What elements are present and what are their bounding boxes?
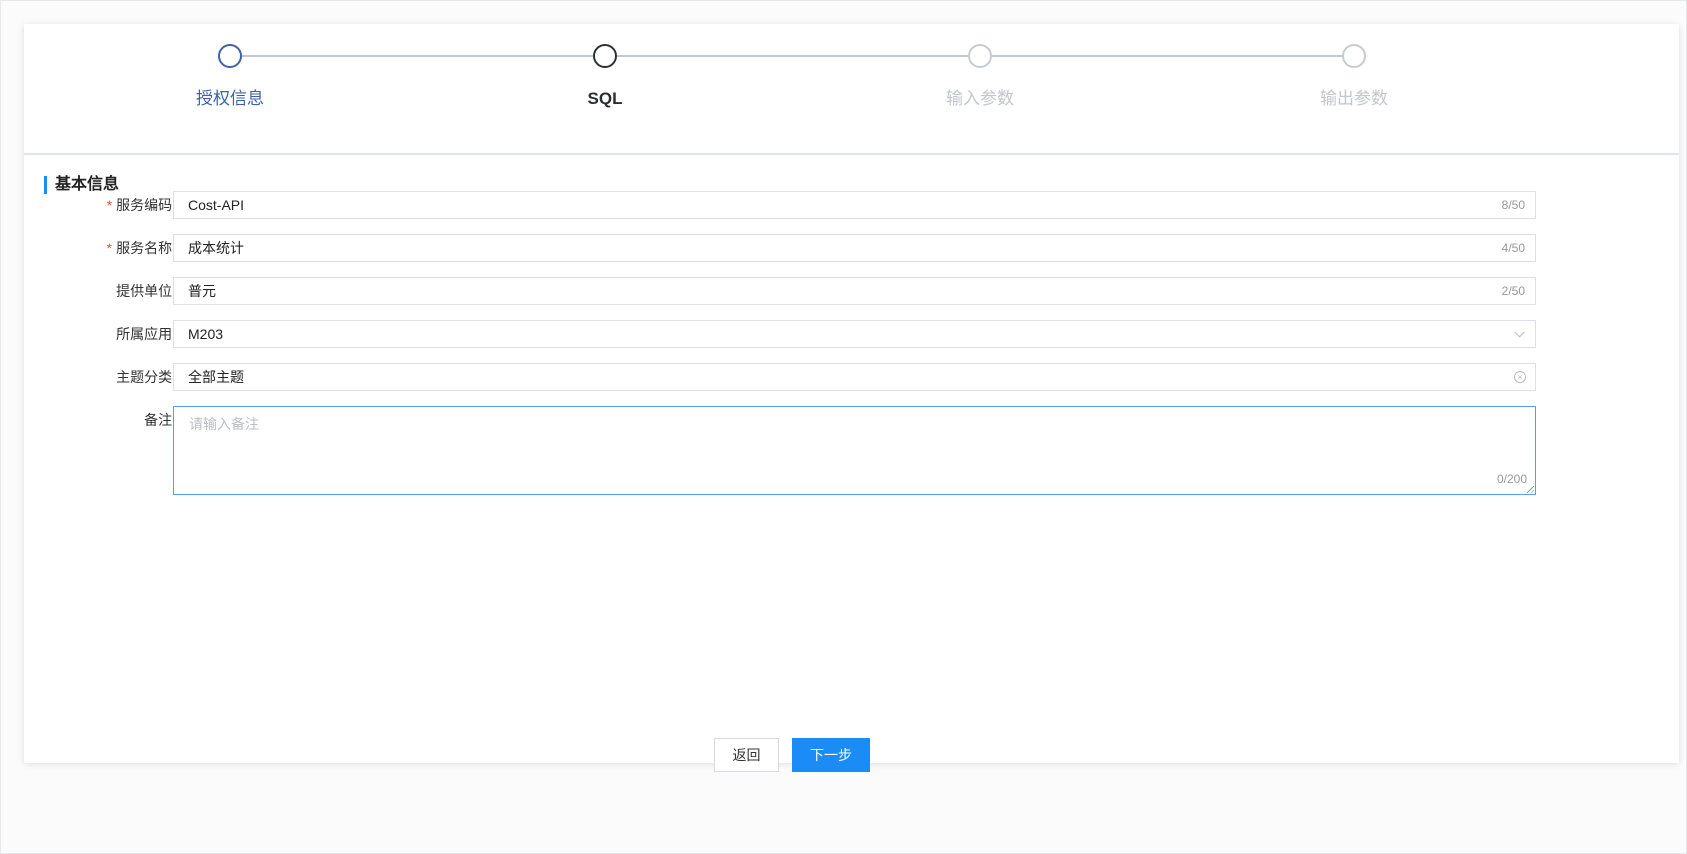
resize-handle-icon[interactable]	[1527, 486, 1534, 493]
service-code-value: Cost-API	[188, 197, 245, 213]
service-name-value: 成本统计	[188, 240, 244, 256]
service-name-input[interactable]: 成本统计 4/50	[173, 234, 1536, 262]
step-output-params[interactable]: 输出参数	[1274, 44, 1434, 110]
topic-value: 全部主题	[188, 369, 244, 385]
application-select[interactable]: M203	[173, 320, 1536, 348]
step-input-params[interactable]: 输入参数	[900, 44, 1060, 110]
next-step-button[interactable]: 下一步	[792, 738, 870, 772]
step-label: 输入参数	[946, 89, 1014, 108]
form-row-service-code: * 服务编码: Cost-API 8/50	[24, 191, 1679, 219]
form-row-remark: 备注: 请输入备注 0/200	[24, 406, 1679, 495]
service-name-label-text: 服务名称:	[116, 240, 176, 256]
provider-value: 普元	[188, 283, 216, 299]
remark-placeholder: 请输入备注	[189, 416, 259, 432]
service-code-label-text: 服务编码:	[116, 197, 176, 213]
step-label: 授权信息	[196, 89, 264, 108]
step-label: SQL	[587, 89, 623, 108]
service-name-counter: 4/50	[1501, 241, 1525, 255]
clear-icon[interactable]: ×	[1514, 371, 1526, 383]
service-code-counter: 8/50	[1501, 198, 1525, 212]
remark-label: 备注:	[144, 412, 176, 428]
provider-input[interactable]: 普元 2/50	[173, 277, 1536, 305]
steps-bar: 授权信息 SQL 输入参数 输出参数	[24, 24, 1679, 155]
remark-counter: 0/200	[1496, 472, 1527, 486]
back-button[interactable]: 返回	[714, 738, 779, 772]
form-row-provider: 提供单位: 普元 2/50	[24, 277, 1679, 305]
step-dot-icon	[218, 44, 242, 68]
step-auth-info[interactable]: 授权信息	[150, 44, 310, 110]
service-code-input[interactable]: Cost-API 8/50	[173, 191, 1536, 219]
provider-counter: 2/50	[1501, 284, 1525, 298]
topic-label: 主题分类:	[116, 369, 176, 385]
chevron-down-icon[interactable]	[1514, 327, 1525, 338]
provider-label: 提供单位:	[116, 283, 176, 299]
form-card: 授权信息 SQL 输入参数 输出参数 基本信息 *服务编码: Cost-API	[24, 24, 1679, 763]
service-code-label: * 服务编码:	[107, 191, 176, 219]
form-row-service-name: * 服务名称: 成本统计 4/50	[24, 234, 1679, 262]
step-dot-icon	[593, 44, 617, 68]
remark-textarea[interactable]: 请输入备注 0/200	[173, 406, 1536, 495]
required-mark: *	[106, 197, 113, 213]
page-frame: 授权信息 SQL 输入参数 输出参数 基本信息 *服务编码: Cost-API	[0, 0, 1687, 854]
step-label: 输出参数	[1320, 89, 1388, 108]
step-sql[interactable]: SQL	[525, 44, 685, 110]
topic-select[interactable]: 全部主题 ×	[173, 363, 1536, 391]
application-label: 所属应用:	[116, 326, 176, 342]
form-row-application: 所属应用: M203	[24, 320, 1679, 348]
form-row-topic: 主题分类: 全部主题 ×	[24, 363, 1679, 391]
application-value: M203	[188, 326, 224, 342]
step-dot-icon	[1342, 44, 1366, 68]
required-mark: *	[106, 240, 113, 256]
step-dot-icon	[968, 44, 992, 68]
service-name-label: * 服务名称:	[107, 234, 176, 262]
